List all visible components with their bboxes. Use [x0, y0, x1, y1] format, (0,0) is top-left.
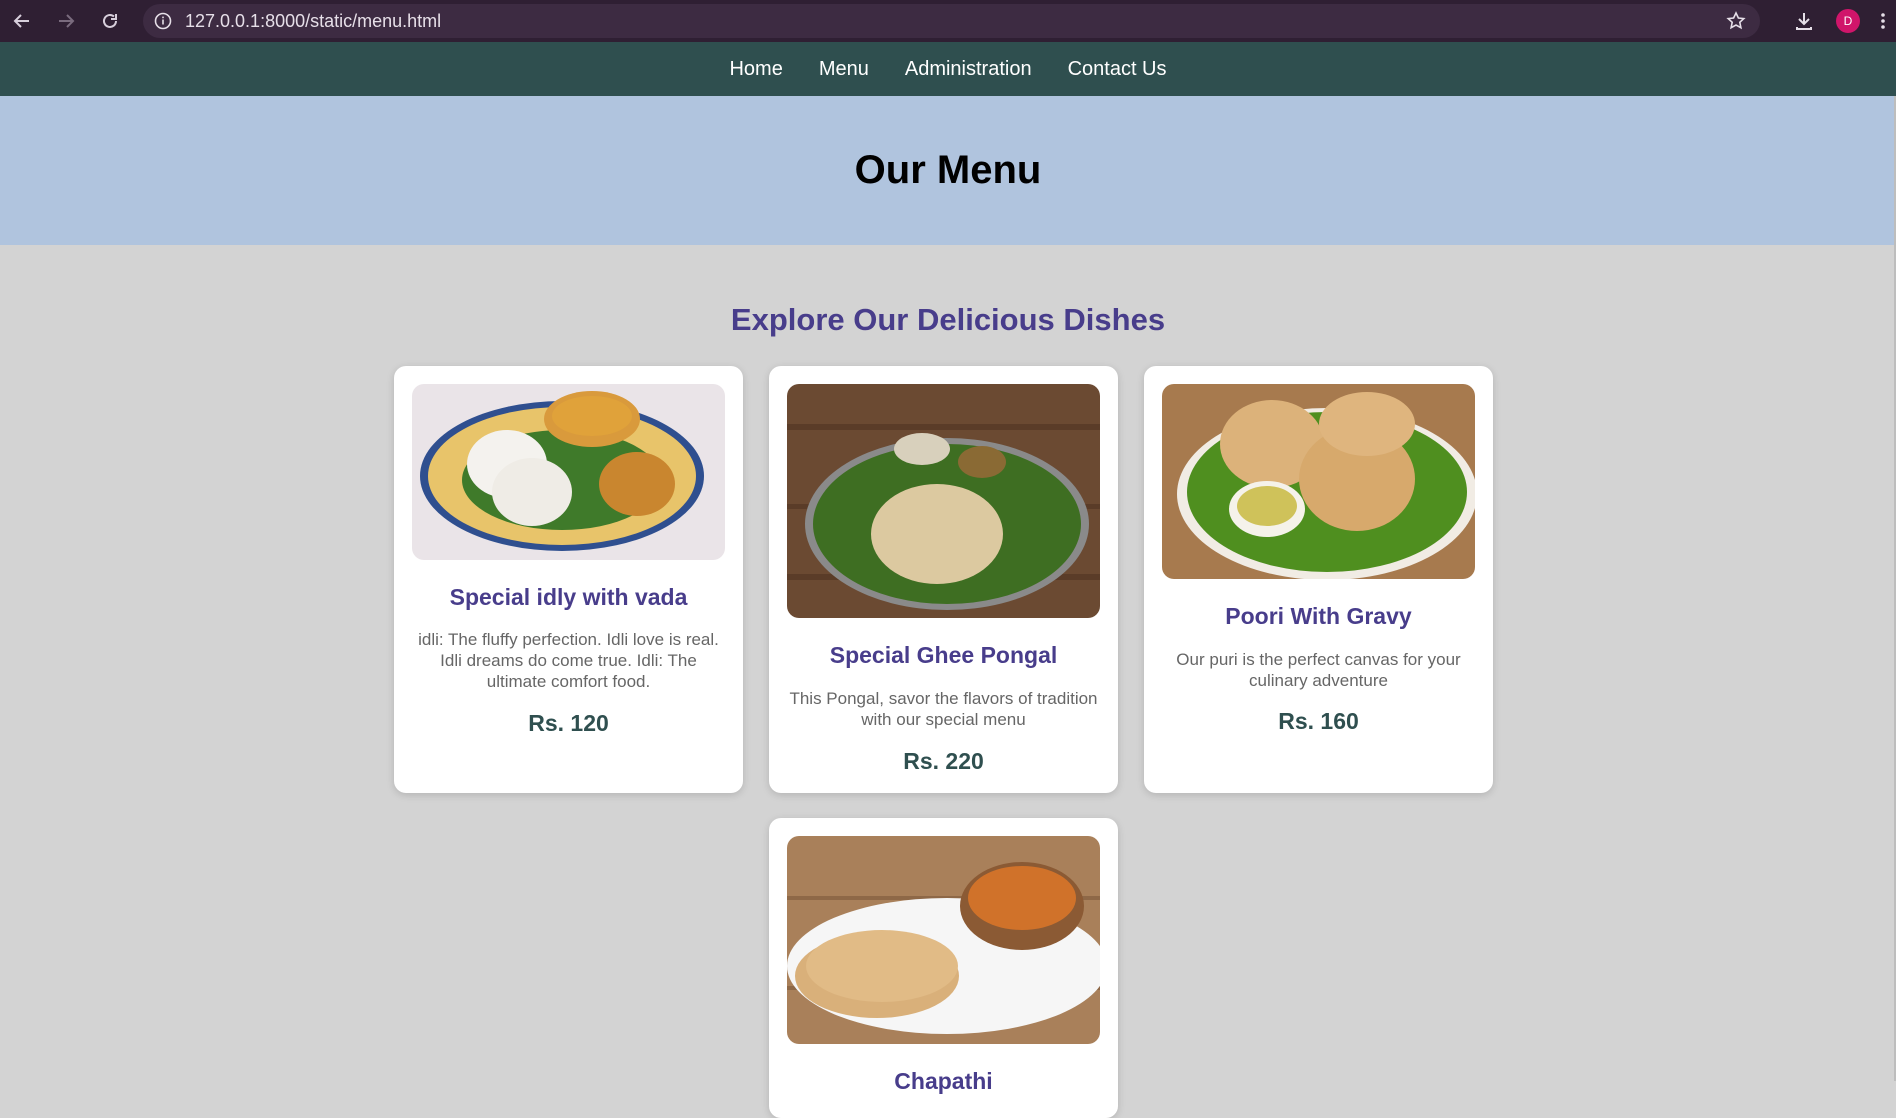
- idly-vada-photo: [412, 384, 725, 560]
- reload-button[interactable]: [88, 0, 132, 42]
- nav-link-contact-us[interactable]: Contact Us: [1068, 58, 1167, 81]
- dish-description: idli: The fluffy perfection. Idli love i…: [418, 630, 719, 691]
- forward-button[interactable]: [44, 0, 88, 42]
- download-button[interactable]: [1782, 0, 1826, 42]
- menu-card-chapathi: Chapathi: [769, 818, 1118, 1118]
- dish-price: Rs. 120: [528, 710, 609, 736]
- nav-link-menu[interactable]: Menu: [819, 58, 869, 81]
- chapathi-photo: [787, 836, 1100, 1044]
- site-navbar: Home Menu Administration Contact Us: [0, 42, 1896, 96]
- dish-price: Rs. 160: [1278, 708, 1359, 734]
- browser-menu-icon[interactable]: [1870, 0, 1896, 42]
- menu-card-poori-gravy: Poori With Gravy Our puri is the perfect…: [1144, 366, 1493, 793]
- arrow-right-icon: [59, 14, 75, 28]
- profile-avatar[interactable]: D: [1836, 9, 1860, 33]
- nav-link-home[interactable]: Home: [729, 58, 782, 81]
- dish-name: Special Ghee Pongal: [829, 642, 1058, 668]
- dish-name: Chapathi: [894, 1068, 993, 1094]
- bookmark-star-icon[interactable]: [1726, 11, 1746, 36]
- download-icon: [1796, 13, 1812, 30]
- dish-description: This Pongal, savor the flavors of tradit…: [789, 689, 1098, 729]
- section-title: Explore Our Delicious Dishes: [730, 302, 1166, 337]
- page-title: Our Menu: [854, 148, 1042, 192]
- pongal-photo: [787, 384, 1100, 618]
- reload-icon: [103, 13, 117, 28]
- poori-photo: [1162, 384, 1475, 579]
- address-bar[interactable]: 127.0.0.1:8000/static/menu.html: [143, 4, 1760, 38]
- back-button[interactable]: [0, 0, 44, 42]
- nav-link-administration[interactable]: Administration: [905, 58, 1032, 81]
- browser-toolbar: 127.0.0.1:8000/static/menu.html D: [0, 0, 1896, 42]
- arrow-left-icon: [13, 14, 29, 28]
- dish-name: Special idly with vada: [449, 584, 688, 610]
- site-info-icon[interactable]: [151, 9, 175, 33]
- dish-price: Rs. 220: [903, 748, 984, 774]
- menu-card-idly-vada: Special idly with vada idli: The fluffy …: [394, 366, 743, 793]
- dish-name: Poori With Gravy: [1225, 603, 1412, 629]
- url-text[interactable]: 127.0.0.1:8000/static/menu.html: [185, 11, 441, 32]
- menu-card-ghee-pongal: Special Ghee Pongal This Pongal, savor t…: [769, 366, 1118, 793]
- hero-banner: Our Menu: [0, 96, 1896, 245]
- dish-description: Our puri is the perfect canvas for your …: [1176, 650, 1461, 690]
